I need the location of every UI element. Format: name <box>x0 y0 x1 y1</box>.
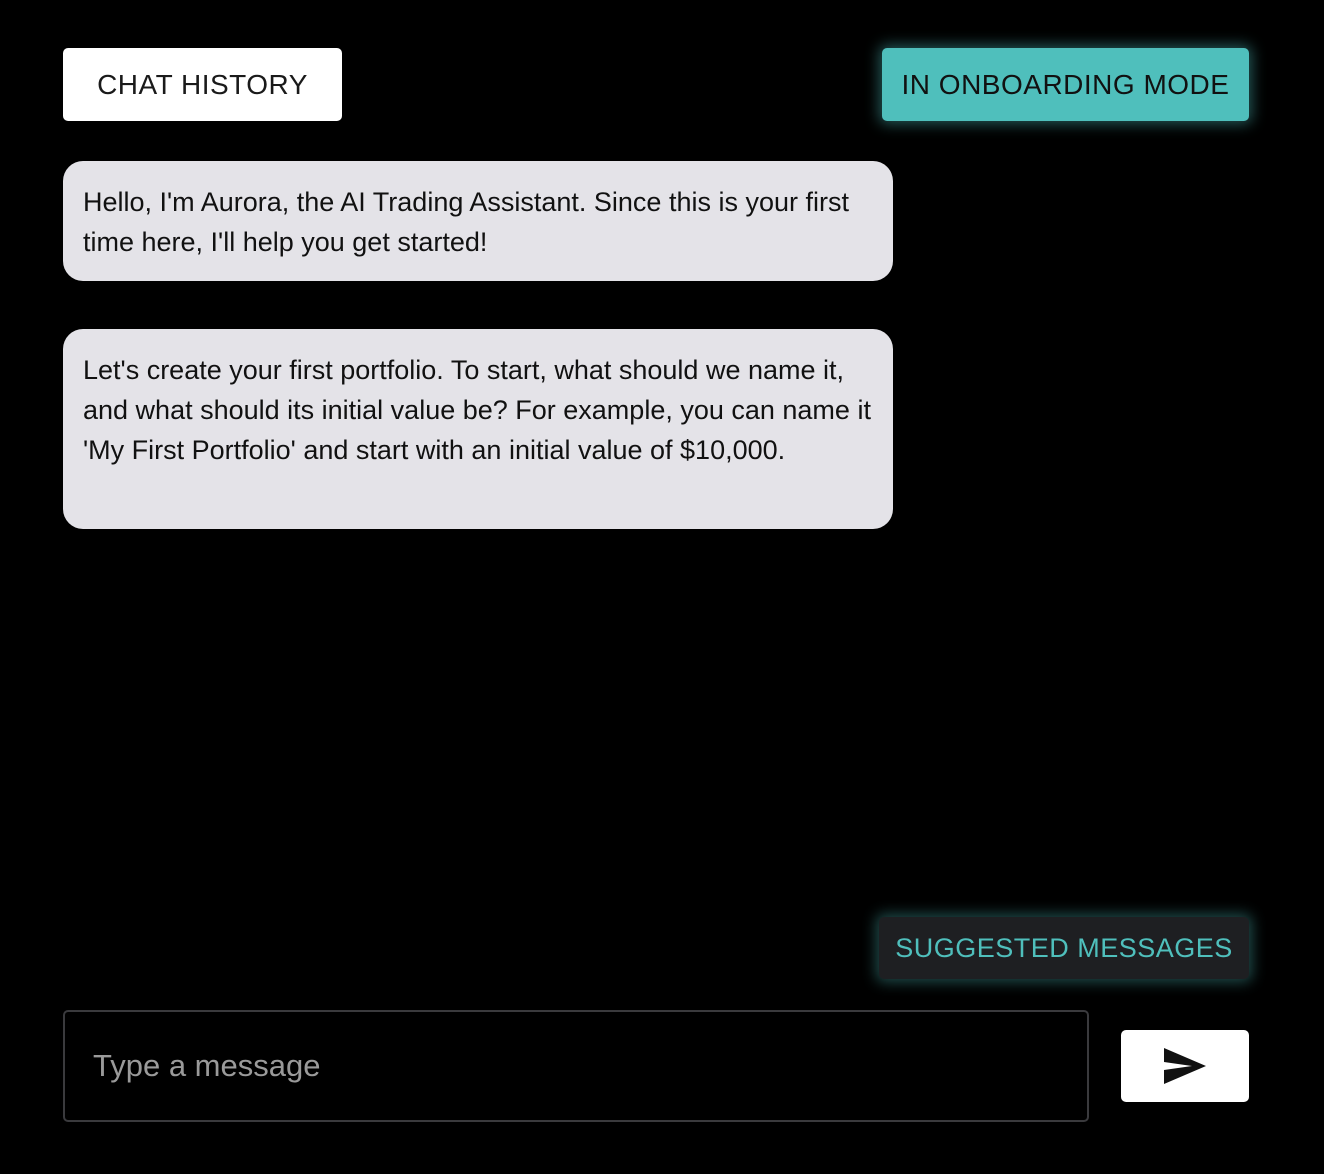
send-button[interactable] <box>1121 1030 1249 1102</box>
assistant-message: Let's create your first portfolio. To st… <box>63 329 893 529</box>
chat-history-button[interactable]: CHAT HISTORY <box>63 48 342 121</box>
suggested-messages-button[interactable]: SUGGESTED MESSAGES <box>879 917 1249 979</box>
chat-app: CHAT HISTORY IN ONBOARDING MODE Hello, I… <box>0 0 1324 1174</box>
onboarding-mode-badge[interactable]: IN ONBOARDING MODE <box>882 48 1249 121</box>
message-input[interactable] <box>63 1010 1089 1122</box>
assistant-message: Hello, I'm Aurora, the AI Trading Assist… <box>63 161 893 281</box>
send-icon <box>1164 1048 1206 1084</box>
